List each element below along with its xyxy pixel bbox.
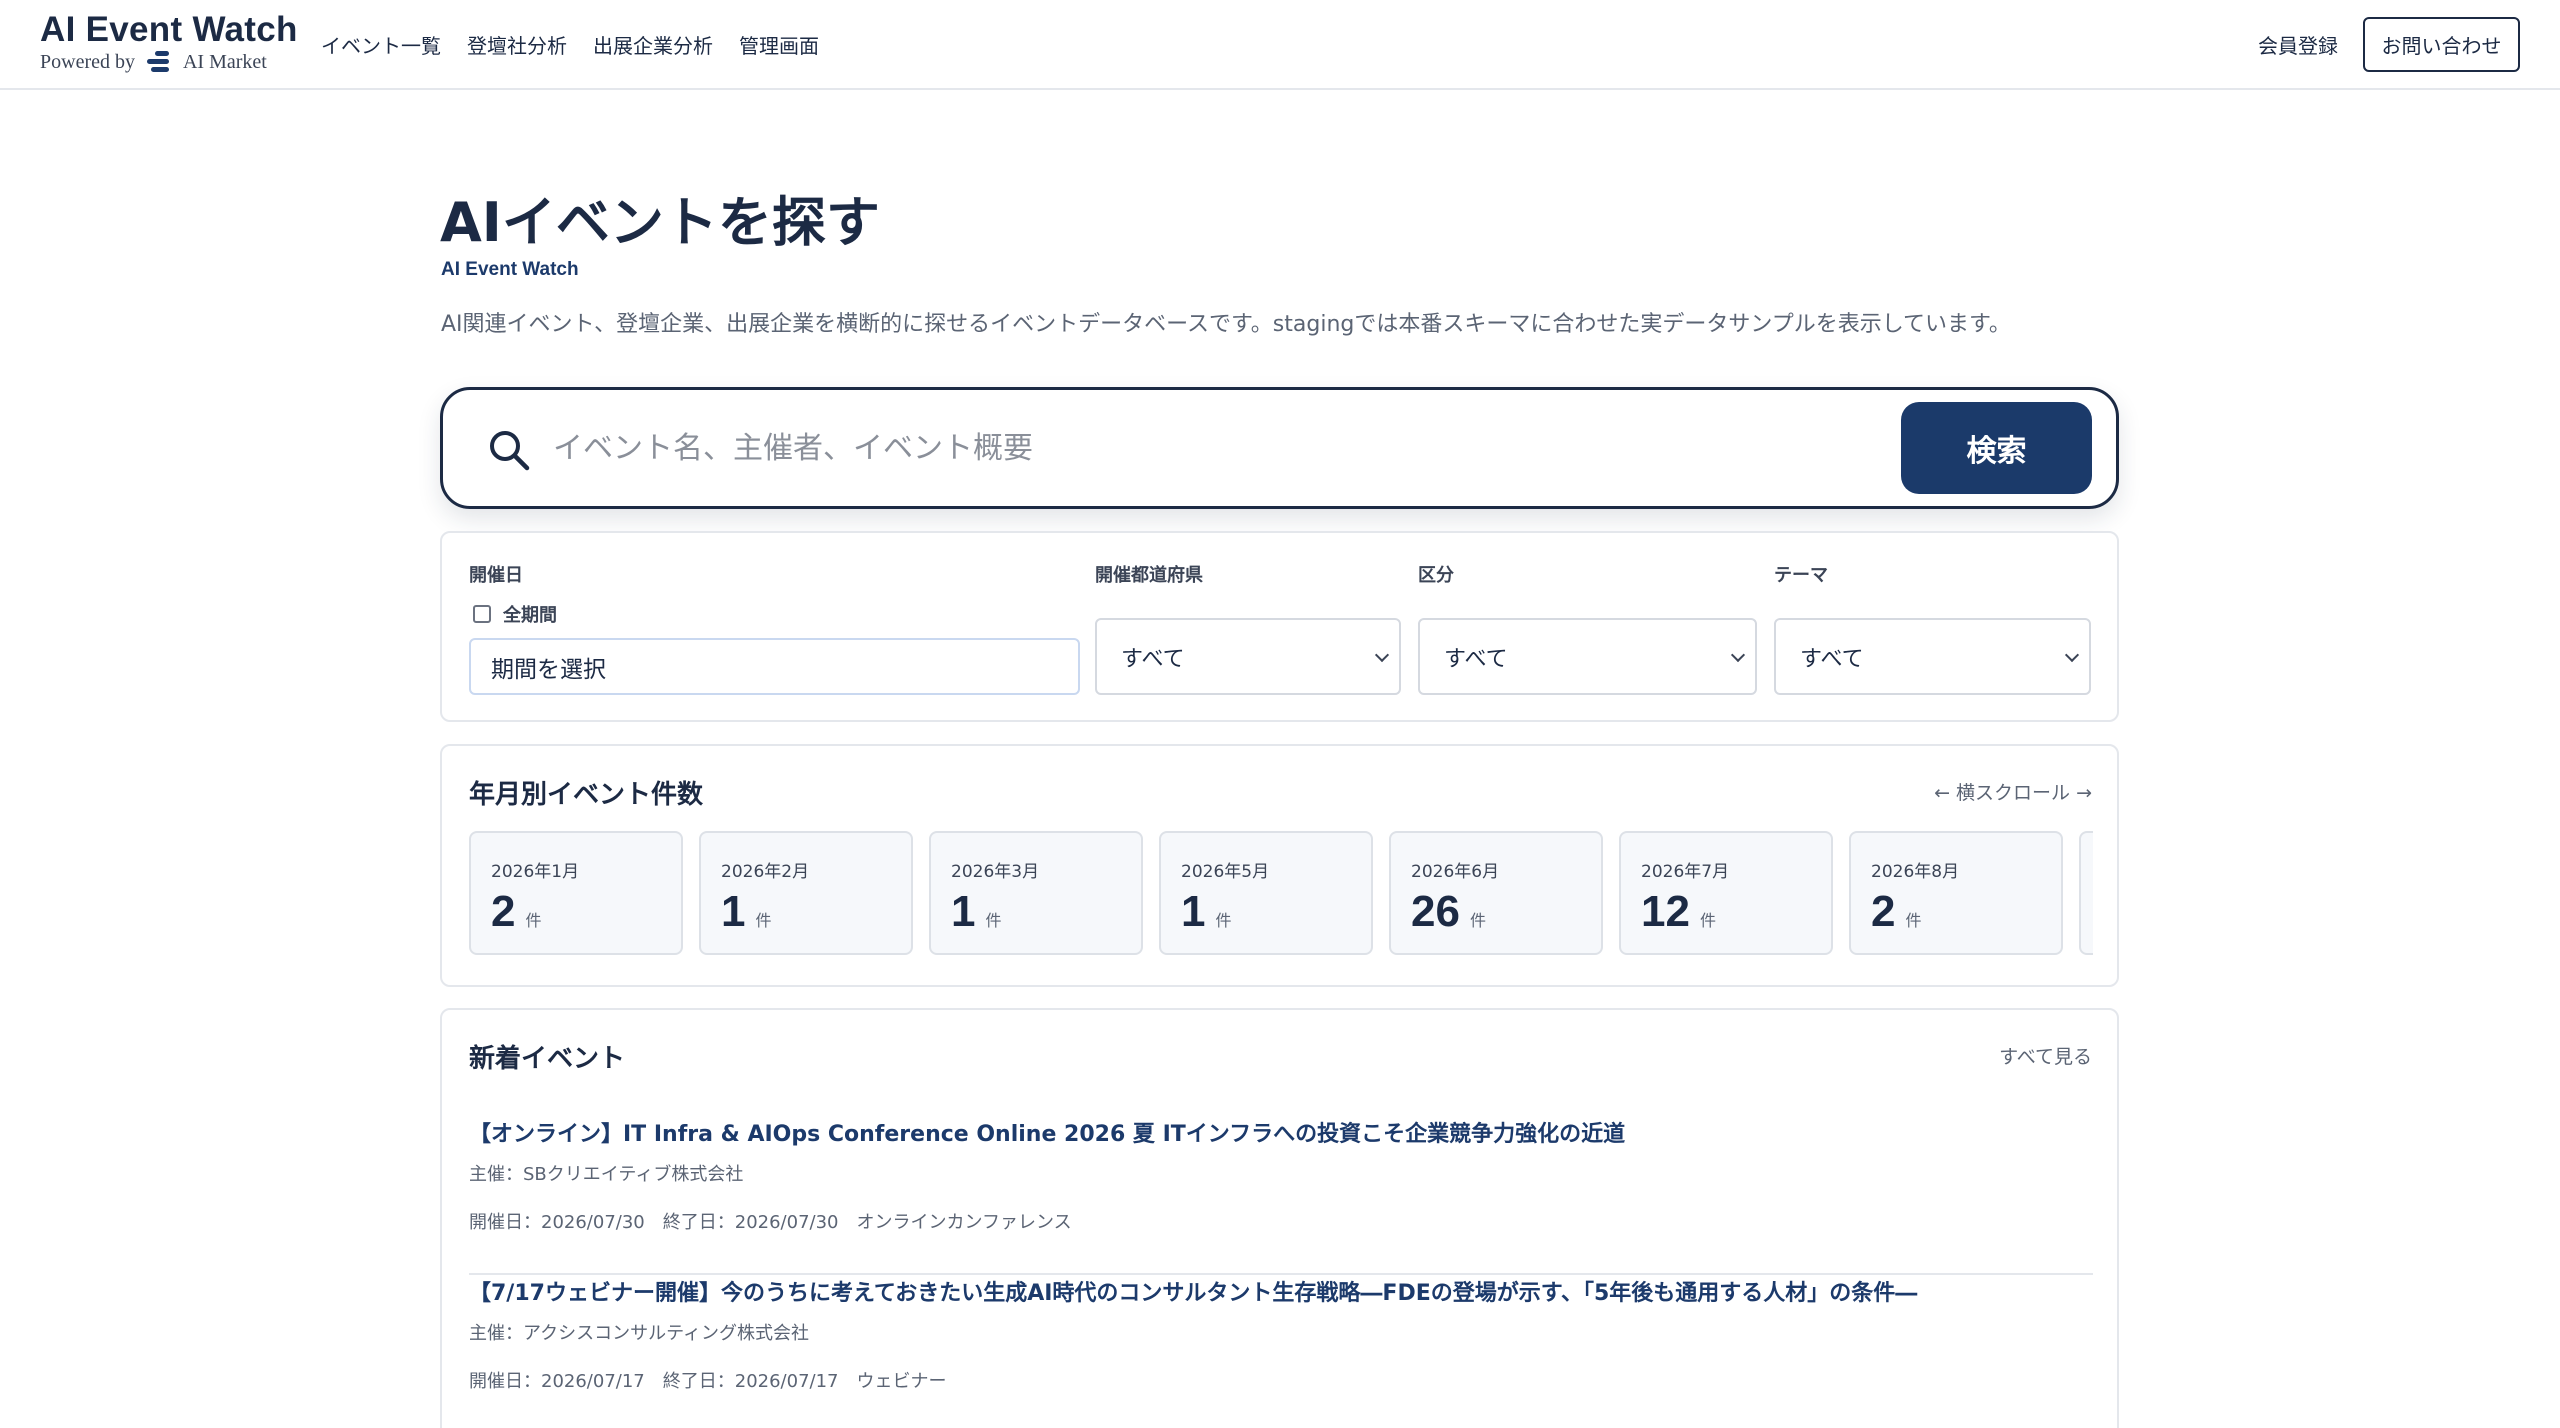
event-end-date: 終了日：2026/07/17 — [662, 1371, 839, 1392]
event-title-link[interactable]: 【7/17ウェビナー開催】今のうちに考えておきたい生成AI時代のコンサルタント生… — [469, 1275, 1917, 1307]
date-range-input[interactable]: 期間を選択 — [469, 638, 1080, 695]
category-filter-label: 区分 — [1418, 565, 1454, 586]
monthly-count-title: 年月別イベント件数 — [469, 780, 704, 810]
month-label: 2026年1月 — [491, 862, 580, 882]
month-count: 26 件 — [1411, 887, 1486, 937]
prefecture-select[interactable]: すべて — [1095, 618, 1401, 695]
event-title-link[interactable]: 【オンライン】IT Infra & AIOps Conference Onlin… — [469, 1116, 1625, 1148]
month-label: 2026年8月 — [1871, 862, 1960, 882]
checkbox-icon[interactable] — [473, 605, 491, 623]
all-period-checkbox[interactable]: 全期間 — [473, 601, 557, 627]
logo-powered-text: Powered by — [40, 50, 135, 73]
nav-item-speaker-analysis[interactable]: 登壇社分析 — [467, 30, 567, 59]
date-filter-label: 開催日 — [469, 565, 523, 586]
nav-item-admin[interactable]: 管理画面 — [739, 30, 819, 59]
event-list-item: 【7/17ウェビナー開催】今のうちに考えておきたい生成AI時代のコンサルタント生… — [469, 1275, 2093, 1428]
contact-button[interactable]: お問い合わせ — [2363, 17, 2520, 72]
prefecture-filter-label: 開催都道府県 — [1095, 565, 1203, 586]
all-period-label: 全期間 — [503, 605, 557, 626]
event-type: ウェビナー — [856, 1371, 947, 1392]
event-host: 主催：SBクリエイティブ株式会社 — [469, 1164, 744, 1185]
month-count-unit: 件 — [1905, 911, 1922, 930]
prefecture-select-value: すべて — [1121, 646, 1185, 672]
new-events-title: 新着イベント — [469, 1044, 626, 1074]
month-count-unit: 件 — [1469, 911, 1486, 930]
theme-select-value: すべて — [1800, 646, 1864, 672]
logo-brand-text: AI Market — [182, 50, 267, 73]
new-events-panel: 新着イベント すべて見る 【オンライン】IT Infra & AIOps Con… — [440, 1008, 2119, 1428]
month-count-number: 1 — [1181, 887, 1206, 936]
chevron-down-icon — [1730, 647, 1746, 663]
month-count: 2件 — [1871, 887, 1922, 937]
month-card[interactable]: 2026年6月 26 件 — [1389, 831, 1603, 955]
month-card[interactable]: 2026年3月 1件 — [929, 831, 1143, 955]
ai-market-logo-icon — [145, 50, 173, 74]
month-count: 1件 — [1181, 887, 1232, 937]
search-icon — [490, 431, 530, 471]
month-count-unit: 件 — [525, 911, 542, 930]
event-meta: 開催日：2026/07/17 終了日：2026/07/17 ウェビナー — [469, 1367, 947, 1393]
logo-powered-by: Powered by AI Market — [40, 50, 267, 74]
main-nav: イベント一覧 登壇社分析 出展企業分析 管理画面 — [321, 30, 819, 59]
month-card[interactable]: 2026年7月 12 件 — [1619, 831, 1833, 955]
month-label: 2026年2月 — [721, 862, 810, 882]
month-scroll-strip[interactable]: 2026年1月 2件 2026年2月 1件 2026年3月 1件 2026年5月… — [469, 831, 2093, 956]
category-select-value: すべて — [1444, 646, 1508, 672]
month-label: 2026年6月 — [1411, 862, 1500, 882]
month-card[interactable]: 2026年2月 1件 — [699, 831, 913, 955]
see-all-link[interactable]: すべて見る — [1999, 1042, 2092, 1069]
event-start-date: 開催日：2026/07/30 — [469, 1212, 645, 1233]
month-count-number: 1 — [951, 887, 976, 936]
month-count: 12 件 — [1641, 887, 1716, 937]
month-count: 1件 — [951, 887, 1002, 937]
month-count-unit: 件 — [1699, 911, 1716, 930]
event-start-date: 開催日：2026/07/17 — [469, 1371, 645, 1392]
month-label: 2026年3月 — [951, 862, 1040, 882]
page-subtitle: AI Event Watch — [441, 259, 579, 280]
month-count-number: 1 — [721, 887, 746, 936]
month-count-number: 26 — [1411, 887, 1460, 936]
month-count-unit: 件 — [1215, 911, 1232, 930]
month-count: 2件 — [491, 887, 542, 937]
month-count: 1件 — [721, 887, 772, 937]
page-description: AI関連イベント、登壇企業、出展企業を横断的に探せるイベントデータベースです。s… — [441, 312, 2011, 337]
event-end-date: 終了日：2026/07/30 — [662, 1212, 839, 1233]
month-card[interactable]: 2026年1月 2件 — [469, 831, 683, 955]
month-count-number: 2 — [491, 887, 516, 936]
month-count-unit: 件 — [755, 911, 772, 930]
page-title: AIイベントを探す — [440, 191, 880, 254]
search-button[interactable]: 検索 — [1901, 402, 2092, 494]
search-input[interactable] — [553, 416, 1833, 480]
month-label: 2026年5月 — [1181, 862, 1270, 882]
site-header: AI Event Watch Powered by AI Market イベント… — [0, 0, 2560, 90]
category-select[interactable]: すべて — [1418, 618, 1757, 695]
monthly-count-panel: 年月別イベント件数 ← 横スクロール → 2026年1月 2件 2026年2月 … — [440, 744, 2119, 987]
scroll-hint: ← 横スクロール → — [1934, 782, 2092, 804]
logo-title[interactable]: AI Event Watch — [40, 10, 298, 50]
month-label: 2026年7月 — [1641, 862, 1730, 882]
filter-panel: 開催日 全期間 期間を選択 開催都道府県 すべて 区分 すべて テーマ すべて — [440, 531, 2119, 722]
event-host: 主催：アクシスコンサルティング株式会社 — [469, 1323, 810, 1344]
month-card[interactable]: 2026年5月 1件 — [1159, 831, 1373, 955]
month-count-number: 12 — [1641, 887, 1690, 936]
event-list-item: 【オンライン】IT Infra & AIOps Conference Onlin… — [469, 1116, 2093, 1275]
month-card-partial[interactable] — [2079, 831, 2093, 955]
month-card[interactable]: 2026年8月 2件 — [1849, 831, 2063, 955]
chevron-down-icon — [2064, 647, 2080, 663]
theme-select[interactable]: すべて — [1774, 618, 2091, 695]
search-bar: 検索 — [440, 387, 2119, 509]
chevron-down-icon — [1374, 647, 1390, 663]
event-type: オンラインカンファレンス — [856, 1212, 1072, 1233]
month-count-number: 2 — [1871, 887, 1896, 936]
event-meta: 開催日：2026/07/30 終了日：2026/07/30 オンラインカンファレ… — [469, 1208, 1072, 1234]
nav-item-exhibitor-analysis[interactable]: 出展企業分析 — [593, 30, 713, 59]
month-count-unit: 件 — [985, 911, 1002, 930]
theme-filter-label: テーマ — [1774, 565, 1828, 586]
register-link[interactable]: 会員登録 — [2258, 30, 2338, 59]
nav-item-events[interactable]: イベント一覧 — [321, 30, 441, 59]
